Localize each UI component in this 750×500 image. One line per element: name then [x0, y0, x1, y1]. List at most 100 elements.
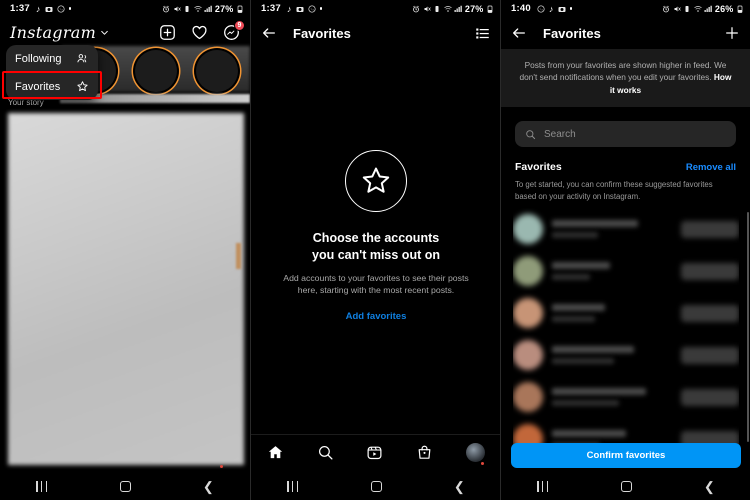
avatar	[513, 214, 543, 244]
camera-icon	[296, 6, 304, 12]
instagram-logo: Instagram	[10, 22, 97, 42]
page-title: Favorites	[543, 25, 601, 41]
back-arrow-icon[interactable]	[261, 25, 277, 41]
section-subtitle: To get started, you can confirm these su…	[515, 180, 713, 201]
row-action-button[interactable]	[681, 304, 739, 322]
status-time: 1:37	[261, 3, 281, 14]
search-input[interactable]: Search	[515, 121, 736, 148]
plus-icon[interactable]	[724, 25, 740, 41]
header-actions: 9	[159, 19, 245, 41]
back-chevron-icon[interactable]: ❮	[454, 480, 465, 493]
tiktok-icon: ♪	[548, 3, 554, 14]
status-bar: 1:40 ♪ 26%	[501, 0, 750, 17]
dropdown-item-label: Following	[15, 52, 62, 65]
instagram-header: Instagram 9	[0, 17, 250, 47]
search-icon	[526, 130, 536, 139]
camera-icon	[45, 6, 53, 12]
battery-percent: 26%	[714, 3, 734, 14]
dropdown-item-favorites[interactable]: Favorites	[6, 73, 98, 100]
status-time: 1:37	[10, 3, 30, 14]
android-nav-bar: ❮	[501, 472, 750, 500]
reels-icon[interactable]	[366, 444, 383, 461]
android-nav-bar: ❮	[0, 472, 250, 500]
list-item[interactable]	[513, 208, 739, 250]
row-action-button[interactable]	[681, 346, 739, 364]
home-square-icon[interactable]	[620, 480, 632, 492]
row-action-button[interactable]	[681, 388, 739, 406]
feed-post-blurred	[8, 113, 244, 465]
row-action-button[interactable]	[681, 220, 739, 238]
tiktok-icon: ♪	[286, 3, 292, 14]
empty-state-body: Add accounts to your favorites to see th…	[283, 272, 469, 296]
section-title: Favorites	[515, 161, 562, 174]
logo-dropdown-trigger[interactable]: Instagram	[10, 23, 109, 42]
story-avatar[interactable]	[135, 50, 177, 92]
header-left: Favorites	[261, 25, 351, 41]
shop-icon[interactable]	[416, 444, 433, 461]
profile-avatar[interactable]	[465, 443, 485, 465]
signal-icon	[704, 5, 713, 12]
heart-icon[interactable]	[191, 24, 208, 41]
wifi-icon	[694, 5, 702, 12]
dropdown-item-following[interactable]: Following	[6, 45, 98, 72]
account-name-redacted	[552, 262, 610, 269]
search-section: Search	[501, 107, 750, 148]
search-placeholder: Search	[544, 128, 576, 140]
whatsapp-icon	[57, 4, 65, 13]
status-bar: 1:37 ♪ 27%	[251, 0, 500, 17]
mute-icon	[674, 6, 681, 11]
scrollbar[interactable]	[747, 212, 749, 442]
recents-icon[interactable]	[537, 480, 549, 492]
avatar	[513, 340, 543, 370]
avatar	[513, 256, 543, 286]
row-action-button[interactable]	[681, 262, 739, 280]
recents-icon[interactable]	[287, 480, 299, 492]
star-circle-icon	[345, 150, 407, 212]
plus-box-icon[interactable]	[159, 24, 176, 41]
favorites-header: Favorites	[251, 17, 500, 49]
signal-icon	[454, 5, 463, 12]
account-handle-redacted	[552, 400, 620, 406]
whatsapp-icon	[308, 4, 316, 13]
empty-state: Choose the accounts you can't miss out o…	[251, 150, 500, 322]
home-icon[interactable]	[267, 444, 284, 461]
list-item[interactable]	[513, 334, 739, 376]
list-item[interactable]	[513, 292, 739, 334]
battery-icon	[237, 5, 243, 13]
account-text	[552, 346, 672, 364]
status-right: 27%	[162, 4, 244, 14]
account-name-redacted	[552, 388, 646, 395]
status-right: 27%	[412, 4, 494, 14]
vibrate-icon	[685, 5, 689, 12]
panel-instagram-feed: 1:37 ♪ 27% Instagram 9 Your story Follow…	[0, 0, 250, 500]
search-icon[interactable]	[317, 444, 334, 461]
list-icon[interactable]	[475, 26, 490, 41]
suggested-accounts-list[interactable]	[513, 208, 739, 448]
back-chevron-icon[interactable]: ❮	[203, 480, 214, 493]
list-item[interactable]	[513, 376, 739, 418]
account-handle-redacted	[552, 274, 591, 280]
status-bar: 1:37 ♪ 27%	[0, 0, 250, 17]
empty-title-line-1: Choose the accounts	[312, 231, 440, 245]
status-left: 1:37 ♪	[10, 3, 72, 14]
tiktok-icon: ♪	[35, 3, 41, 14]
header-left: Favorites	[511, 25, 601, 41]
home-square-icon[interactable]	[370, 480, 382, 492]
confirm-favorites-button[interactable]: Confirm favorites	[511, 443, 741, 468]
account-name-redacted	[552, 430, 627, 437]
remove-all-button[interactable]: Remove all	[686, 162, 736, 173]
story-avatar[interactable]	[196, 50, 238, 92]
recents-icon[interactable]	[36, 480, 48, 492]
chevron-down-icon[interactable]	[100, 28, 109, 37]
vibrate-icon	[435, 5, 439, 12]
messenger-icon[interactable]: 9	[223, 19, 245, 41]
add-favorites-link[interactable]: Add favorites	[346, 311, 407, 322]
status-time: 1:40	[511, 3, 531, 14]
alarm-icon	[163, 5, 170, 12]
back-arrow-icon[interactable]	[511, 25, 527, 41]
list-item[interactable]	[513, 250, 739, 292]
panel-favorites-empty: 1:37 ♪ 27% Favorites Choose the accounts…	[250, 0, 500, 500]
back-chevron-icon[interactable]: ❮	[704, 480, 715, 493]
home-square-icon[interactable]	[119, 480, 131, 492]
feed-indicator-dot	[220, 465, 223, 468]
